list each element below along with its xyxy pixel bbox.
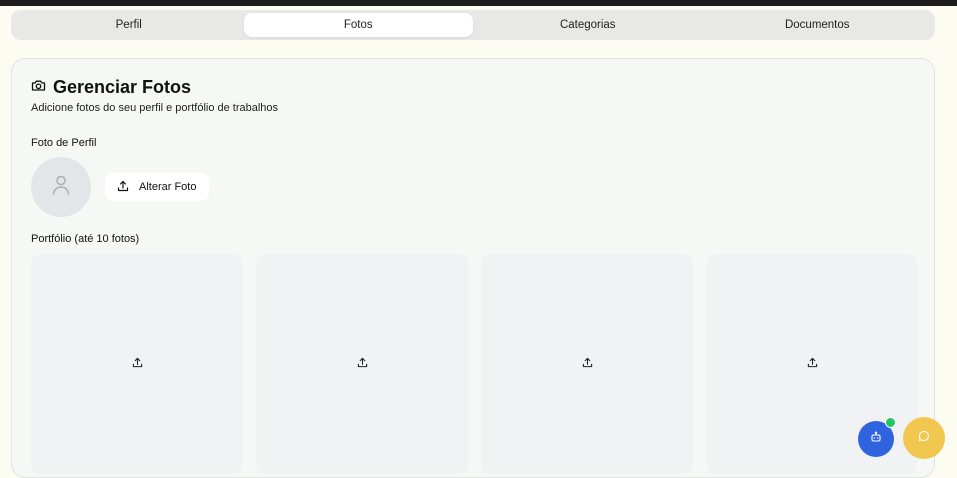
upload-icon xyxy=(117,180,129,195)
portfolio-upload-slot[interactable] xyxy=(31,254,243,474)
top-bar xyxy=(0,0,957,6)
tab-fotos[interactable]: Fotos xyxy=(243,13,473,37)
online-status-indicator xyxy=(885,417,896,428)
tab-documentos[interactable]: Documentos xyxy=(703,13,933,37)
avatar xyxy=(31,157,91,217)
change-photo-label: Alterar Foto xyxy=(139,181,197,193)
portfolio-grid xyxy=(31,254,918,474)
photos-card: Gerenciar Fotos Adicione fotos do seu pe… xyxy=(11,58,935,478)
page-subtitle: Adicione fotos do seu perfil e portfólio… xyxy=(31,102,279,114)
change-photo-button[interactable]: Alterar Foto xyxy=(105,173,209,201)
upload-icon xyxy=(357,355,368,373)
tab-perfil[interactable]: Perfil xyxy=(14,13,244,37)
page-title: Gerenciar Fotos xyxy=(53,77,192,97)
upload-icon xyxy=(132,355,143,373)
tab-bar: Perfil Fotos Categorias Documentos xyxy=(11,10,935,40)
chat-button[interactable] xyxy=(903,417,945,459)
upload-icon xyxy=(582,355,593,373)
camera-icon xyxy=(31,79,46,97)
section-header: Gerenciar Fotos xyxy=(31,77,191,98)
bot-icon xyxy=(870,430,882,448)
portfolio-upload-slot[interactable] xyxy=(481,254,693,474)
tab-categorias[interactable]: Categorias xyxy=(473,13,703,37)
portfolio-upload-slot[interactable] xyxy=(256,254,468,474)
user-icon xyxy=(51,174,71,201)
chat-bubble-icon xyxy=(918,429,930,447)
portfolio-label: Portfólio (até 10 fotos) xyxy=(31,233,140,245)
profile-photo-label: Foto de Perfil xyxy=(31,137,97,149)
upload-icon xyxy=(807,355,818,373)
